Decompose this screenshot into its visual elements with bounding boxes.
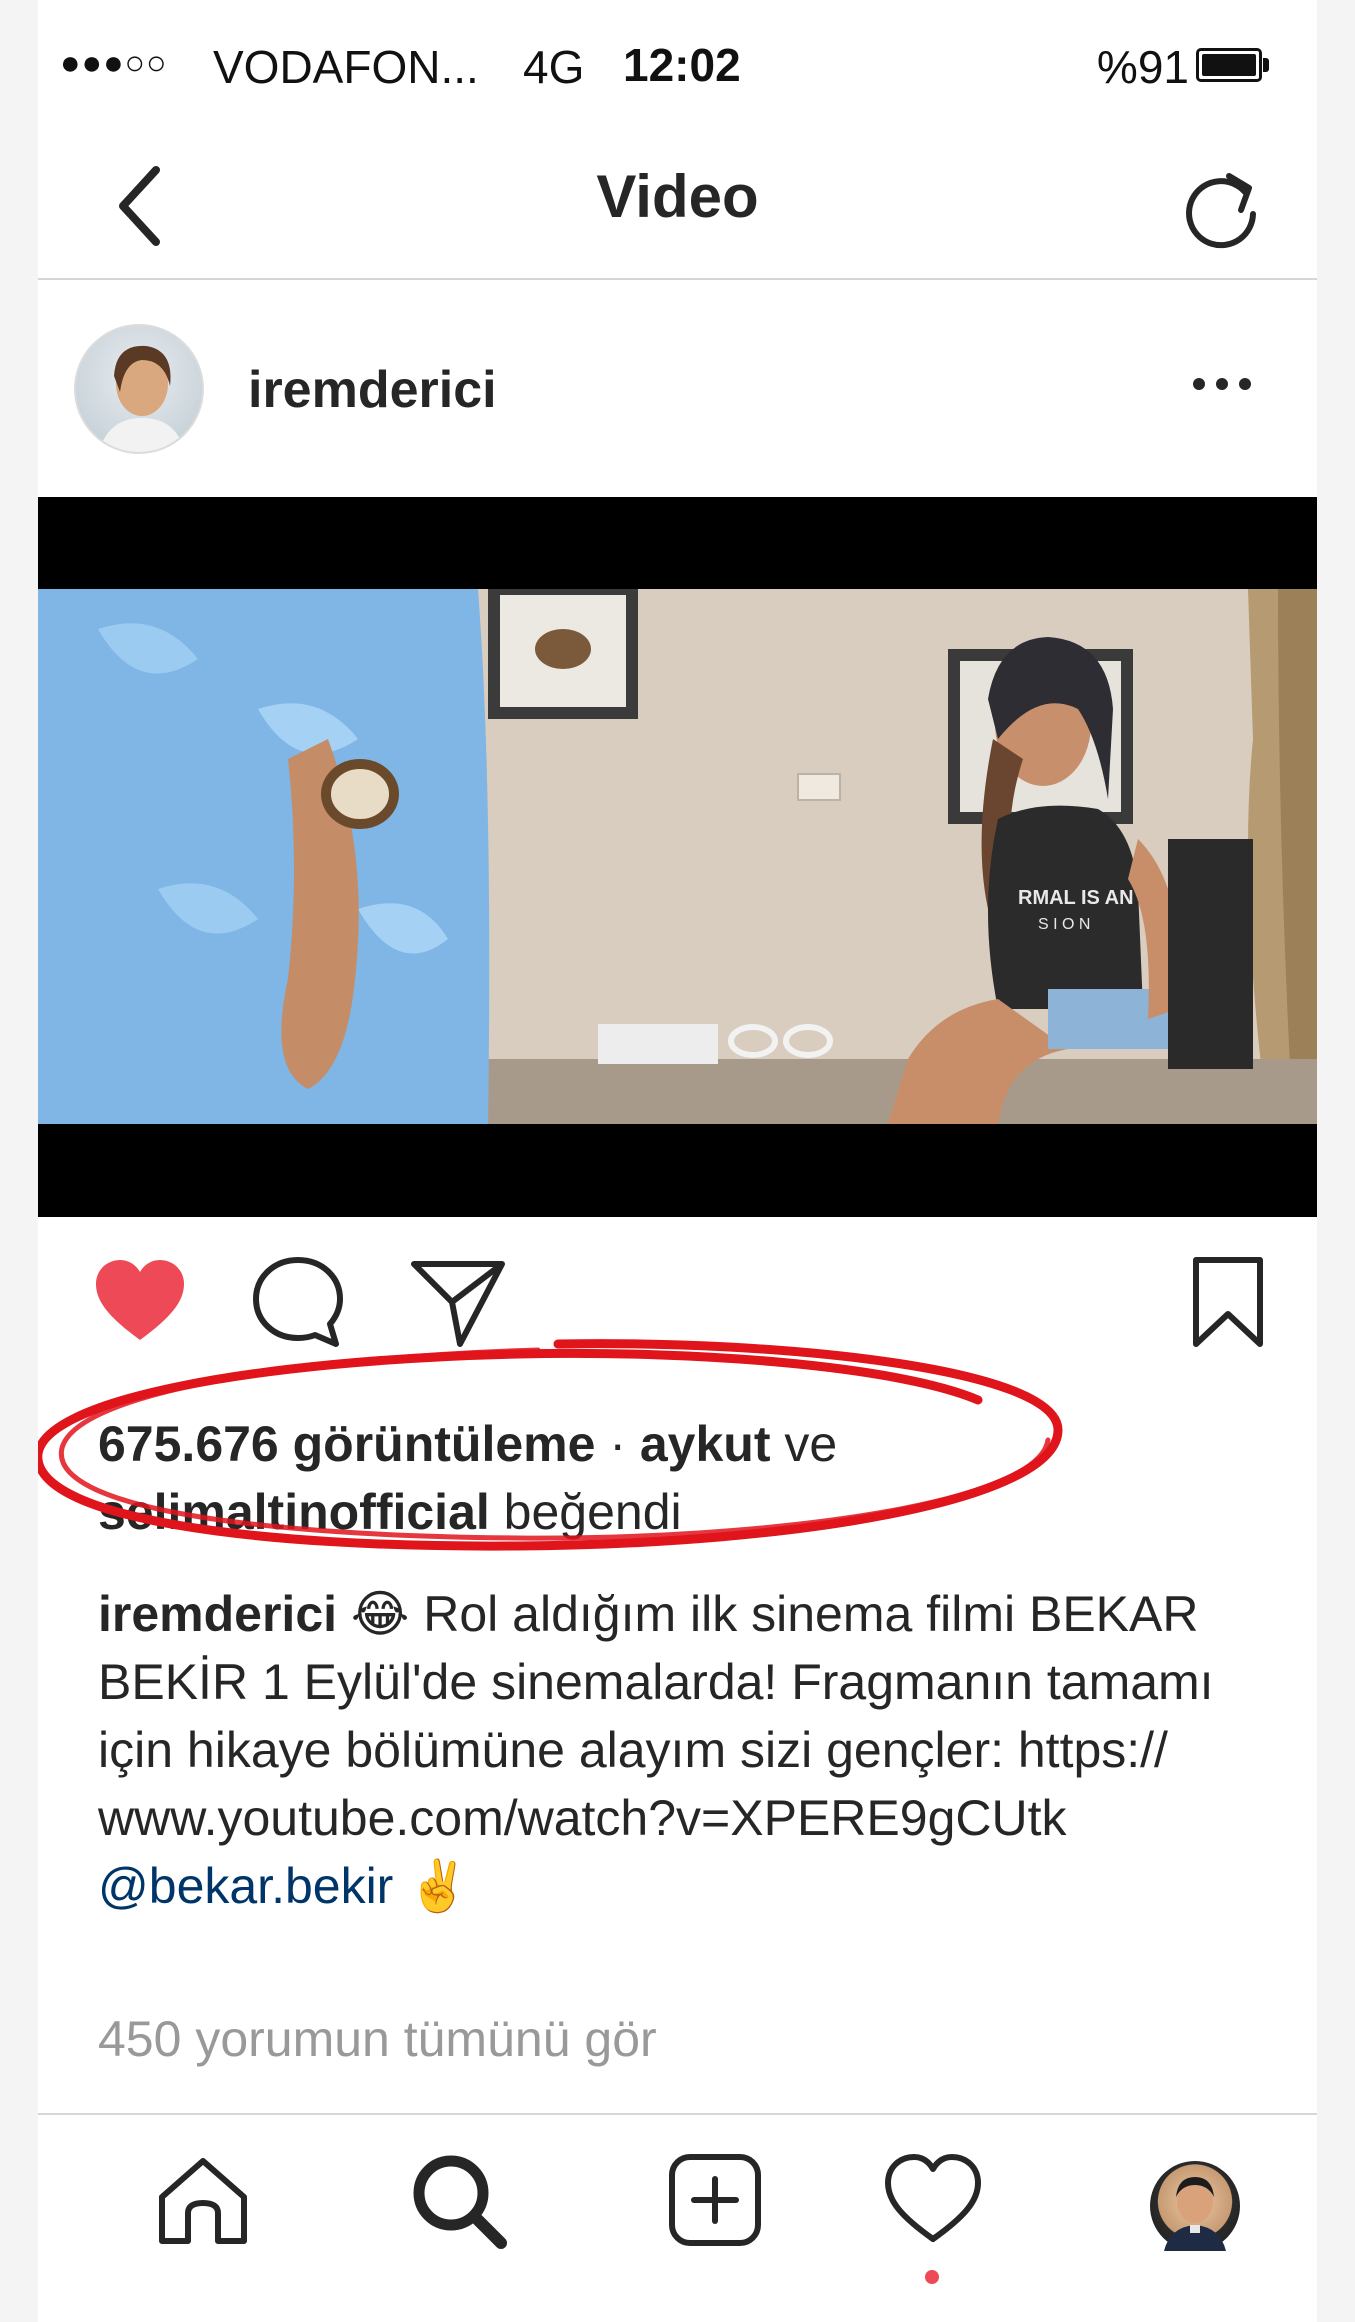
video-player[interactable]: RMAL IS AN S I O N xyxy=(38,497,1317,1217)
likes-summary: 675.676 görüntüleme · aykut ve selimaltin… xyxy=(98,1410,1248,1546)
laughing-emoji: 😂 xyxy=(350,1585,410,1643)
battery-percent: %91 xyxy=(1096,41,1189,93)
liker-aykut[interactable]: aykut xyxy=(640,1416,771,1472)
search-icon[interactable] xyxy=(403,2145,513,2255)
post-username[interactable]: iremderici xyxy=(248,360,497,420)
send-icon[interactable] xyxy=(408,1252,508,1352)
refresh-icon[interactable] xyxy=(1167,152,1277,262)
bookmark-icon[interactable] xyxy=(1178,1252,1278,1352)
activity-heart-icon[interactable] xyxy=(878,2145,988,2255)
view-all-comments-link[interactable]: 450 yorumun tümünü gör xyxy=(98,2010,657,2068)
post-actions xyxy=(38,1240,1317,1360)
status-bar: ●●●○○ VODAFON... 4G 12:02 %91 xyxy=(38,0,1317,130)
comment-icon[interactable] xyxy=(248,1252,348,1352)
liker-selimaltinofficial[interactable]: selimaltinofficial xyxy=(98,1484,490,1540)
page-title: Video xyxy=(596,163,759,230)
status-time: 12:02 xyxy=(623,39,741,91)
post-header: iremderici xyxy=(38,282,1317,497)
likes-suffix: beğendi xyxy=(489,1484,682,1540)
svg-text:RMAL IS AN: RMAL IS AN xyxy=(1018,887,1134,909)
view-count[interactable]: 675.676 görüntüleme xyxy=(98,1416,595,1472)
likes-conjunction: ve xyxy=(770,1416,838,1472)
add-post-icon[interactable] xyxy=(660,2145,770,2255)
notification-dot xyxy=(925,2270,939,2284)
signal-strength: ●●●○○ xyxy=(60,44,168,82)
carrier-name: VODAFON... xyxy=(213,41,479,93)
mention-link[interactable]: @bekar.bekir xyxy=(98,1858,393,1914)
more-dots-icon[interactable] xyxy=(1177,354,1267,414)
nav-header: Video xyxy=(38,130,1317,280)
profile-avatar[interactable] xyxy=(1150,2161,1240,2251)
tab-bar xyxy=(38,2113,1317,2322)
network-type: 4G xyxy=(523,41,585,93)
battery-tip xyxy=(1263,58,1269,72)
likes-separator: · xyxy=(595,1416,640,1472)
caption-username[interactable]: iremderici xyxy=(98,1586,337,1642)
home-icon[interactable] xyxy=(148,2145,258,2255)
video-frame: RMAL IS AN S I O N xyxy=(38,589,1317,1124)
post-caption: iremderici 😂 Rol aldığım ilk sinema film… xyxy=(98,1580,1268,1920)
avatar[interactable] xyxy=(74,324,204,454)
victory-emoji: ✌️ xyxy=(407,1857,470,1915)
phone-screen: ●●●○○ VODAFON... 4G 12:02 %91 Video irem… xyxy=(38,0,1317,2322)
heart-filled-icon[interactable] xyxy=(90,1252,190,1352)
svg-text:S I O N: S I O N xyxy=(1038,916,1090,933)
battery-icon xyxy=(1196,48,1262,82)
